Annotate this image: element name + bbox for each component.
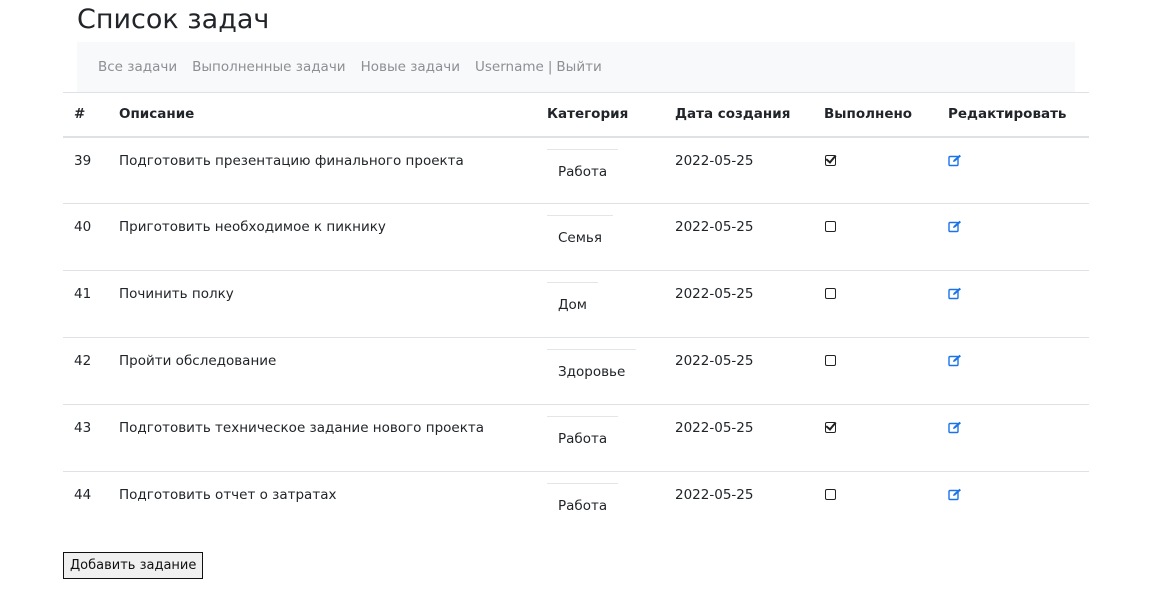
task-id: 44 [74, 487, 92, 503]
task-description: Пройти обследование [108, 337, 536, 405]
task-category-cell: Работа [536, 404, 664, 472]
edit-icon[interactable] [948, 421, 962, 438]
task-id: 42 [63, 337, 108, 405]
task-done-cell [813, 136, 937, 204]
task-category: Работа [547, 483, 619, 514]
task-done-cell [813, 270, 937, 338]
header-edit: Редактировать [937, 92, 1089, 138]
table-row: 41 Починить полку Дом 2022-05-25 [63, 270, 1089, 338]
task-category-cell: Семья [536, 203, 664, 271]
nav-link-new-tasks[interactable]: Новые задачи [361, 59, 460, 75]
task-category-cell: Здоровье [536, 337, 664, 405]
header-done: Выполнено [813, 92, 937, 138]
header-id: # [63, 92, 108, 138]
table-row: 42 Пройти обследование Здоровье 2022-05-25 [63, 337, 1089, 405]
task-edit-cell [937, 136, 1089, 204]
nav-separator: | [547, 59, 553, 75]
task-id: 40 [63, 203, 108, 271]
page-title: Список задач [77, 4, 270, 35]
unchecked-checkbox-icon [825, 355, 836, 366]
task-created-date: 2022-05-25 [664, 404, 813, 472]
task-created-date: 2022-05-25 [675, 487, 754, 503]
task-edit-cell [937, 472, 1089, 539]
unchecked-checkbox-icon [825, 288, 836, 299]
edit-icon[interactable] [948, 287, 962, 304]
task-id: 41 [63, 270, 108, 338]
table-row: 44 Подготовить отчет о затратах Работа 2022… [63, 472, 1089, 539]
edit-icon[interactable] [948, 354, 962, 371]
header-created: Дата создания [664, 92, 813, 138]
header-description: Описание [108, 92, 536, 138]
task-category-cell: Работа [536, 472, 664, 539]
user-area: Username | Выйти [475, 59, 602, 75]
table-header-row: # Описание Категория Дата создания Выпол… [63, 92, 1089, 138]
nav-link-completed-tasks[interactable]: Выполненные задачи [192, 59, 345, 75]
task-category: Работа [547, 148, 619, 180]
username: Username [475, 59, 544, 75]
edit-icon[interactable] [948, 154, 962, 171]
add-task-button[interactable]: Добавить задание [63, 552, 204, 579]
nav-link-all-tasks[interactable]: Все задачи [98, 59, 177, 75]
tasks-table: # Описание Категория Дата создания Выпол… [63, 92, 1089, 539]
task-id: 39 [63, 136, 108, 204]
task-description: Подготовить отчет о затратах [119, 487, 337, 503]
task-edit-cell [937, 203, 1089, 271]
task-category: Работа [547, 416, 619, 447]
logout-link[interactable]: Выйти [556, 59, 601, 75]
task-edit-cell [937, 404, 1089, 472]
task-description: Подготовить презентацию финального проек… [108, 136, 536, 204]
task-category-cell: Дом [536, 270, 664, 338]
task-done-cell [813, 472, 937, 539]
task-created-date: 2022-05-25 [664, 203, 813, 271]
edit-icon[interactable] [948, 220, 962, 237]
task-description: Приготовить необходимое к пикнику [108, 203, 536, 271]
task-edit-cell [937, 270, 1089, 338]
header-category: Категория [536, 92, 664, 138]
table-row: 39 Подготовить презентацию финального про… [63, 136, 1089, 204]
table-row: 40 Приготовить необходимое к пикнику Семья… [63, 203, 1089, 271]
unchecked-checkbox-icon [825, 221, 836, 232]
edit-icon[interactable] [948, 488, 962, 505]
task-created-date: 2022-05-25 [664, 270, 813, 338]
task-created-date: 2022-05-25 [664, 136, 813, 204]
navbar: Все задачи Выполненные задачи Новые зада… [77, 42, 1075, 92]
task-done-cell [813, 404, 937, 472]
unchecked-checkbox-icon [825, 489, 836, 500]
checked-checkbox-icon [825, 422, 836, 433]
table-row: 43 Подготовить техническое задание нового… [63, 404, 1089, 472]
task-done-cell [813, 337, 937, 405]
task-edit-cell [937, 337, 1089, 405]
task-category: Здоровье [547, 349, 637, 380]
task-created-date: 2022-05-25 [664, 337, 813, 405]
task-category: Семья [547, 215, 613, 246]
task-description: Подготовить техническое задание нового п… [108, 404, 536, 472]
checked-checkbox-icon [825, 154, 836, 166]
task-category: Дом [547, 282, 598, 313]
task-id: 43 [63, 404, 108, 472]
task-done-cell [813, 203, 937, 271]
task-category-cell: Работа [536, 136, 664, 204]
task-description: Починить полку [108, 270, 536, 338]
